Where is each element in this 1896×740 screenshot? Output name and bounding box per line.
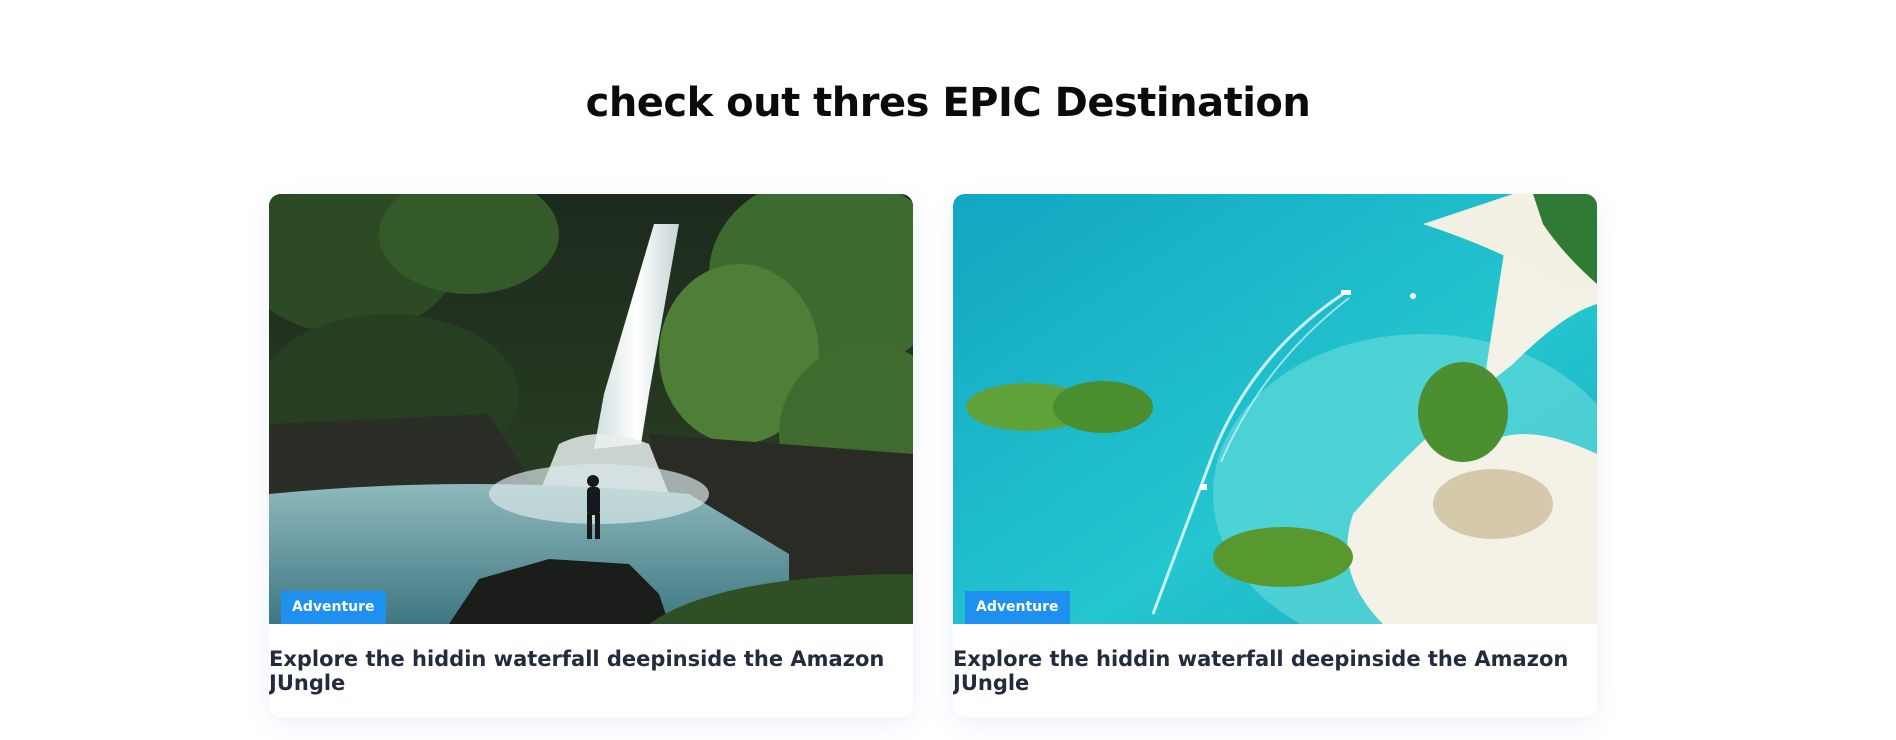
islands-illustration [953,194,1597,624]
category-tag[interactable]: Adventure [281,591,386,624]
card-caption[interactable]: Explore the hiddin waterfall deepinside … [953,624,1597,717]
section-title: check out thres EPIC Destination [585,80,1311,126]
category-tag[interactable]: Adventure [965,591,1070,624]
islands-photo[interactable]: Adventure [953,194,1597,624]
destination-card-islands[interactable]: Adventure Explore the hiddin waterfall d… [953,194,1597,717]
page: check out thres EPIC Destination Adventu… [0,0,1896,740]
waterfall-photo[interactable]: Adventure [269,194,913,624]
waterfall-illustration [269,194,913,624]
card-caption[interactable]: Explore the hiddin waterfall deepinside … [269,624,913,717]
destination-card-waterfall[interactable]: Adventure Explore the hiddin waterfall d… [269,194,913,717]
